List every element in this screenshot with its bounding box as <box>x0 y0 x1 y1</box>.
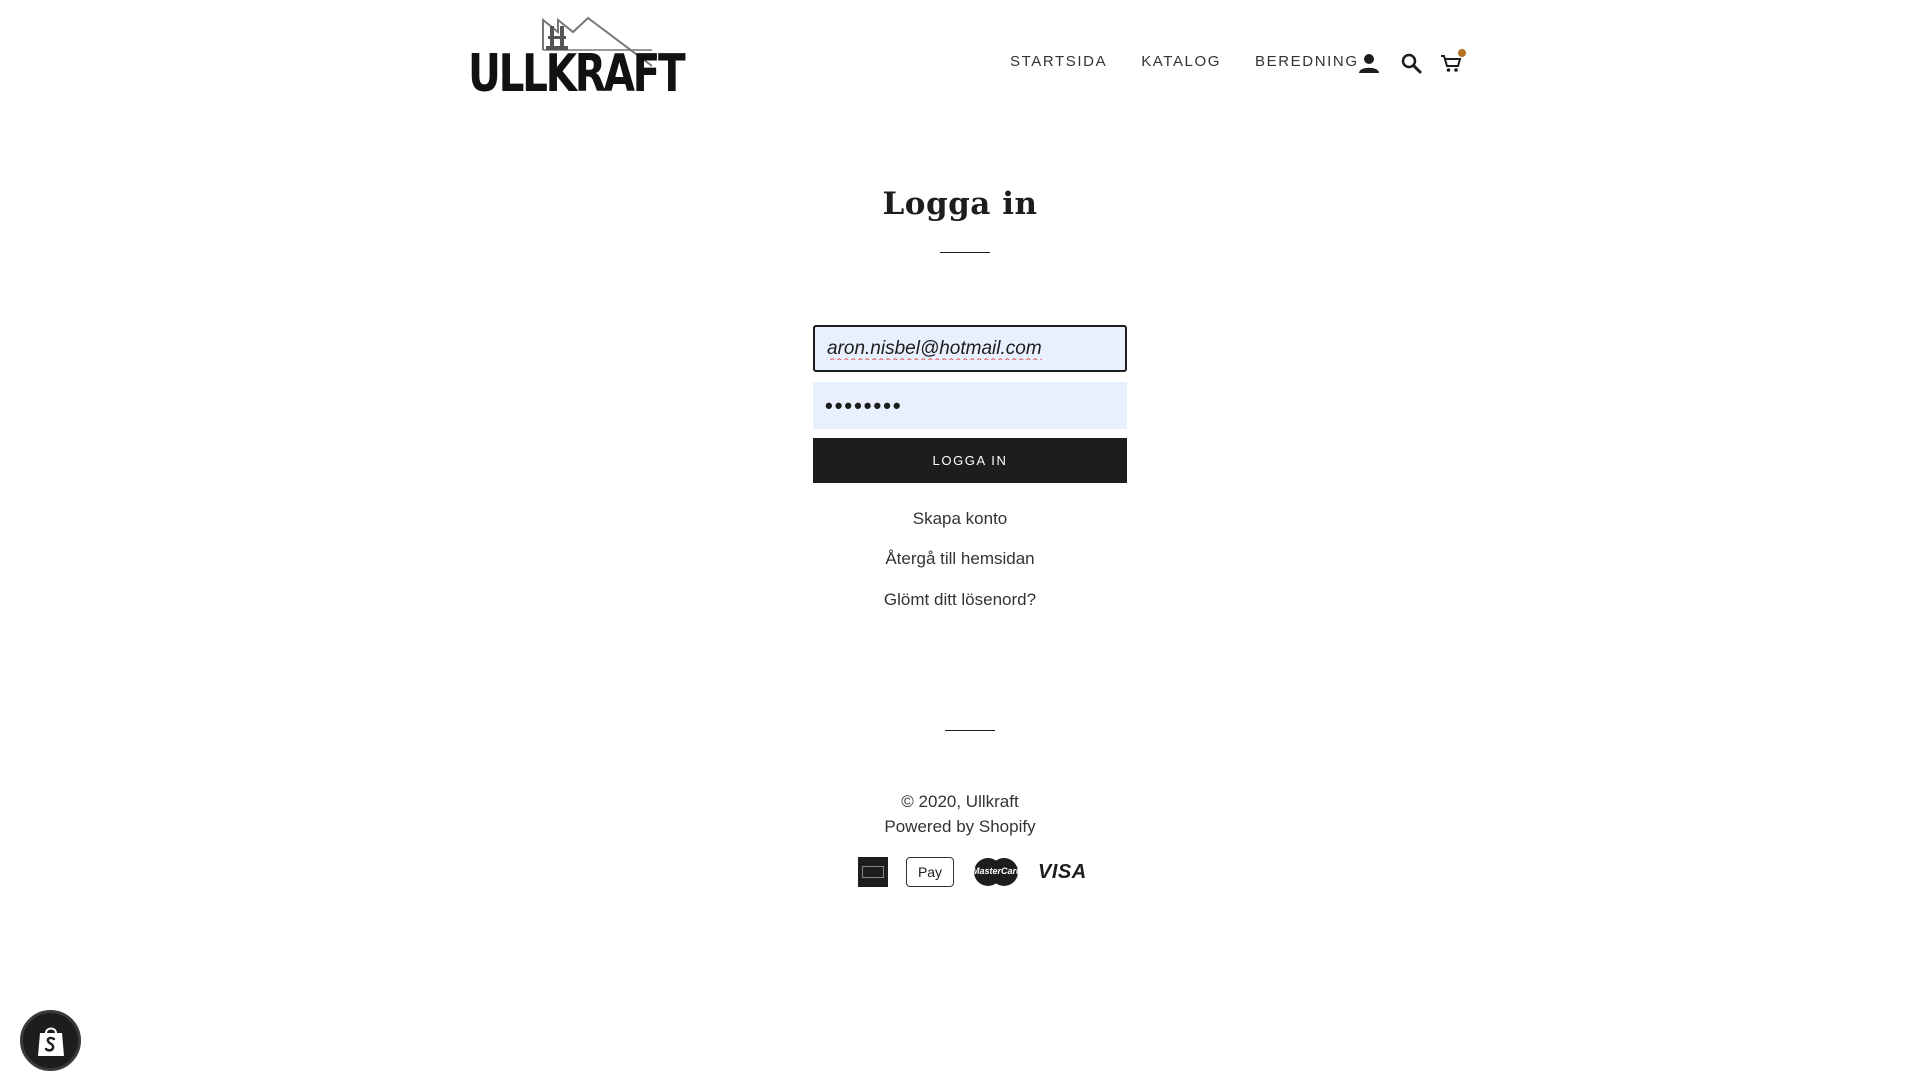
footer-divider <box>945 730 995 731</box>
site-logo[interactable]: ULLKRAFT <box>468 14 686 102</box>
visa-icon: VISA <box>1038 860 1087 883</box>
apple-pay-icon: Pay <box>906 857 954 887</box>
american-express-icon <box>858 857 888 887</box>
site-header: ULLKRAFT STARTSIDA KATALOG BEREDNING <box>0 0 1920 120</box>
shopify-bag-icon[interactable] <box>20 1010 81 1071</box>
nav-item-katalog[interactable]: KATALOG <box>1141 53 1221 70</box>
copyright-text: © 2020, Ullkraft <box>0 792 1920 812</box>
email-field[interactable] <box>813 325 1127 372</box>
login-button[interactable]: LOGGA IN <box>813 438 1127 483</box>
copyright-label[interactable]: © 2020, Ullkraft <box>901 792 1018 811</box>
logo-wordmark: ULLKRAFT <box>468 44 686 104</box>
powered-by-link[interactable]: Powered by Shopify <box>884 817 1035 836</box>
password-field[interactable] <box>813 382 1127 429</box>
return-home-link[interactable]: Återgå till hemsidan <box>885 549 1034 568</box>
account-icon[interactable] <box>1358 52 1380 74</box>
return-home-row: Återgå till hemsidan <box>0 549 1920 569</box>
search-icon[interactable] <box>1400 52 1422 74</box>
main-nav: STARTSIDA KATALOG BEREDNING <box>1010 53 1359 70</box>
title-divider <box>940 252 990 253</box>
mastercard-label: MasterCard <box>972 866 1022 876</box>
nav-item-beredning[interactable]: BEREDNING <box>1255 53 1359 70</box>
create-account-link[interactable]: Skapa konto <box>913 509 1008 528</box>
page-title: Logga in <box>882 186 1038 222</box>
create-account-row: Skapa konto <box>0 509 1920 529</box>
forgot-password-link[interactable]: Glömt ditt lösenord? <box>884 590 1036 609</box>
payment-icons: Pay MasterCard VISA <box>858 857 1087 887</box>
mastercard-icon: MasterCard <box>972 857 1022 887</box>
forgot-password-row: Glömt ditt lösenord? <box>0 590 1920 610</box>
cart-count-dot <box>1458 49 1466 57</box>
powered-by-text: Powered by Shopify <box>0 817 1920 837</box>
nav-item-startsida[interactable]: STARTSIDA <box>1010 53 1107 70</box>
apple-pay-label: Pay <box>917 864 943 880</box>
cart-icon[interactable] <box>1440 49 1466 74</box>
